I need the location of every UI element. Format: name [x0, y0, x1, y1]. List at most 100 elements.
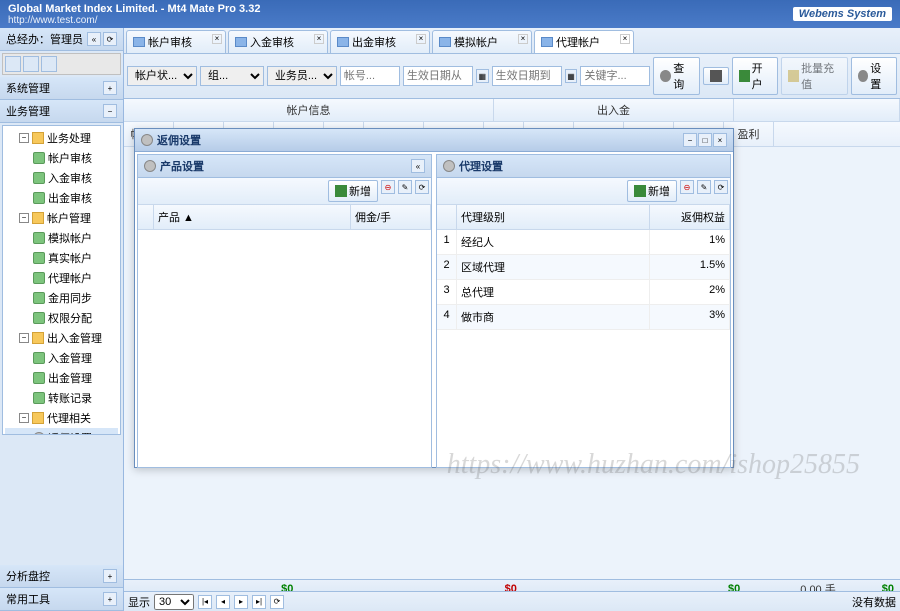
agent-row[interactable]: 3总代理2%	[437, 280, 730, 305]
refresh-icon[interactable]: ⟳	[415, 180, 429, 194]
paging-show-label: 显示	[128, 594, 150, 610]
tree-item[interactable]: 金用同步	[5, 288, 118, 308]
product-panel: 产品设置 « 新增 ⊖ ✎ ⟳ 产品 ▲ 佣金/手	[137, 154, 432, 468]
tree-item[interactable]: 权限分配	[5, 308, 118, 328]
date-from-input[interactable]	[403, 66, 473, 86]
collapse-left-icon[interactable]: «	[411, 159, 425, 173]
tab[interactable]: 帐户审核×	[126, 30, 226, 53]
tab-icon	[235, 37, 247, 47]
agent-row[interactable]: 4做市商3%	[437, 305, 730, 330]
tab[interactable]: 出金审核 ×	[330, 30, 430, 53]
tab-close-icon[interactable]: ×	[620, 34, 630, 44]
page-size-select[interactable]: 30	[154, 594, 194, 610]
new-product-button[interactable]: 新增	[328, 180, 378, 202]
delete-icon[interactable]: ⊖	[381, 180, 395, 194]
section-tools[interactable]: 常用工具 +	[0, 588, 123, 611]
expand-icon[interactable]: +	[103, 569, 117, 583]
collapse-icon[interactable]: −	[19, 133, 29, 143]
group-select[interactable]: 组...	[200, 66, 264, 86]
minimize-icon[interactable]: −	[683, 133, 697, 147]
rebate-settings-window: 返佣设置 − □ × 产品设置 « 新增 ⊖ ✎	[134, 128, 734, 468]
collapse-icon[interactable]: −	[19, 413, 29, 423]
prev-page-icon[interactable]: ◂	[216, 595, 230, 609]
delete-icon[interactable]: ⊖	[680, 180, 694, 194]
status-select[interactable]: 帐户状...	[127, 66, 197, 86]
agent-row[interactable]: 2区域代理1.5%	[437, 255, 730, 280]
tree-group[interactable]: −出入金管理	[5, 328, 118, 348]
open-account-button[interactable]: 开户	[732, 57, 778, 95]
edit-icon[interactable]: ✎	[398, 180, 412, 194]
maximize-icon[interactable]: □	[698, 133, 712, 147]
wand-button[interactable]	[703, 67, 729, 85]
agent-row[interactable]: 1经纪人1%	[437, 230, 730, 255]
col-rebate[interactable]: 返佣权益	[650, 205, 730, 229]
tree-item-label: 权限分配	[48, 310, 92, 326]
tab-bar: 帐户审核×入金审核×出金审核×模拟帐户×代理帐户×	[124, 28, 900, 54]
collapse-icon[interactable]: −	[19, 333, 29, 343]
first-page-icon[interactable]: |◂	[198, 595, 212, 609]
refresh-icon[interactable]: ⟳	[270, 595, 284, 609]
collapse-icon[interactable]: −	[19, 213, 29, 223]
batch-button[interactable]: 批量充值	[781, 57, 847, 95]
tree-item[interactable]: 出金审核	[5, 188, 118, 208]
tab-close-icon[interactable]: ×	[314, 34, 324, 44]
sales-select[interactable]: 业务员...	[267, 66, 337, 86]
calendar-icon[interactable]: ▦	[565, 69, 578, 83]
collapse-icon[interactable]: −	[103, 104, 117, 118]
tree-item[interactable]: 真实帐户	[5, 248, 118, 268]
section-system[interactable]: 系统管理 +	[0, 77, 123, 100]
tree-group[interactable]: −代理相关	[5, 408, 118, 428]
window-titlebar[interactable]: 返佣设置 − □ ×	[135, 129, 733, 152]
tab-label: 出金审核	[352, 34, 396, 50]
calendar-icon[interactable]: ▦	[476, 69, 489, 83]
section-analysis-label: 分析盘控	[6, 568, 50, 584]
col-commission[interactable]: 佣金/手	[351, 205, 431, 229]
tree-item[interactable]: 转账记录	[5, 388, 118, 408]
tree-item[interactable]: 代理帐户	[5, 268, 118, 288]
sidebar-user-header[interactable]: 总经办：管理员 « ⟳	[0, 28, 123, 51]
close-icon[interactable]: ×	[713, 133, 727, 147]
toolbar-icon-2[interactable]	[23, 56, 39, 72]
tab[interactable]: 模拟帐户×	[432, 30, 532, 53]
expand-icon[interactable]: +	[103, 81, 117, 95]
search-button[interactable]: 查询	[653, 57, 699, 95]
agent-name: 总代理	[457, 280, 650, 304]
tree-item[interactable]: 模拟帐户	[5, 228, 118, 248]
section-business[interactable]: 业务管理 −	[0, 100, 123, 123]
section-analysis[interactable]: 分析盘控 +	[0, 565, 123, 588]
tab-close-icon[interactable]: ×	[416, 34, 426, 44]
tab-close-icon[interactable]: ×	[212, 34, 222, 44]
filter-bar: 帐户状... 组... 业务员... ▦ ▦ 查询 开户 批量充值 设置	[124, 54, 900, 99]
tree-item[interactable]: 出金管理	[5, 368, 118, 388]
tree-group[interactable]: −业务处理	[5, 128, 118, 148]
tree-item[interactable]: 帐户审核	[5, 148, 118, 168]
toolbar-icon-3[interactable]	[41, 56, 57, 72]
plus-icon	[739, 70, 750, 82]
agent-rebate: 1.5%	[650, 255, 730, 279]
col-agent-level[interactable]: 代理级别	[457, 205, 650, 229]
tab-icon	[337, 37, 349, 47]
col-product[interactable]: 产品 ▲	[154, 205, 351, 229]
edit-icon[interactable]: ✎	[697, 180, 711, 194]
tree-group[interactable]: −帐户管理	[5, 208, 118, 228]
date-to-input[interactable]	[492, 66, 562, 86]
tab[interactable]: 代理帐户×	[534, 30, 634, 53]
refresh-icon[interactable]: ⟳	[714, 180, 728, 194]
tab-close-icon[interactable]: ×	[518, 34, 528, 44]
refresh-icon[interactable]: ⟳	[103, 32, 117, 46]
collapse-left-icon[interactable]: «	[87, 32, 101, 46]
expand-icon[interactable]: +	[103, 592, 117, 606]
folder-icon	[32, 132, 44, 144]
last-page-icon[interactable]: ▸|	[252, 595, 266, 609]
next-page-icon[interactable]: ▸	[234, 595, 248, 609]
settings-button[interactable]: 设置	[851, 57, 897, 95]
account-input[interactable]	[340, 66, 400, 86]
toolbar-icon-1[interactable]	[5, 56, 21, 72]
item-icon	[33, 312, 45, 324]
tree-item[interactable]: 入金审核	[5, 168, 118, 188]
tree-item[interactable]: 入金管理	[5, 348, 118, 368]
keyword-input[interactable]	[580, 66, 650, 86]
tab[interactable]: 入金审核×	[228, 30, 328, 53]
new-agent-button[interactable]: 新增	[627, 180, 677, 202]
tree-item[interactable]: 返佣设置	[5, 428, 118, 435]
